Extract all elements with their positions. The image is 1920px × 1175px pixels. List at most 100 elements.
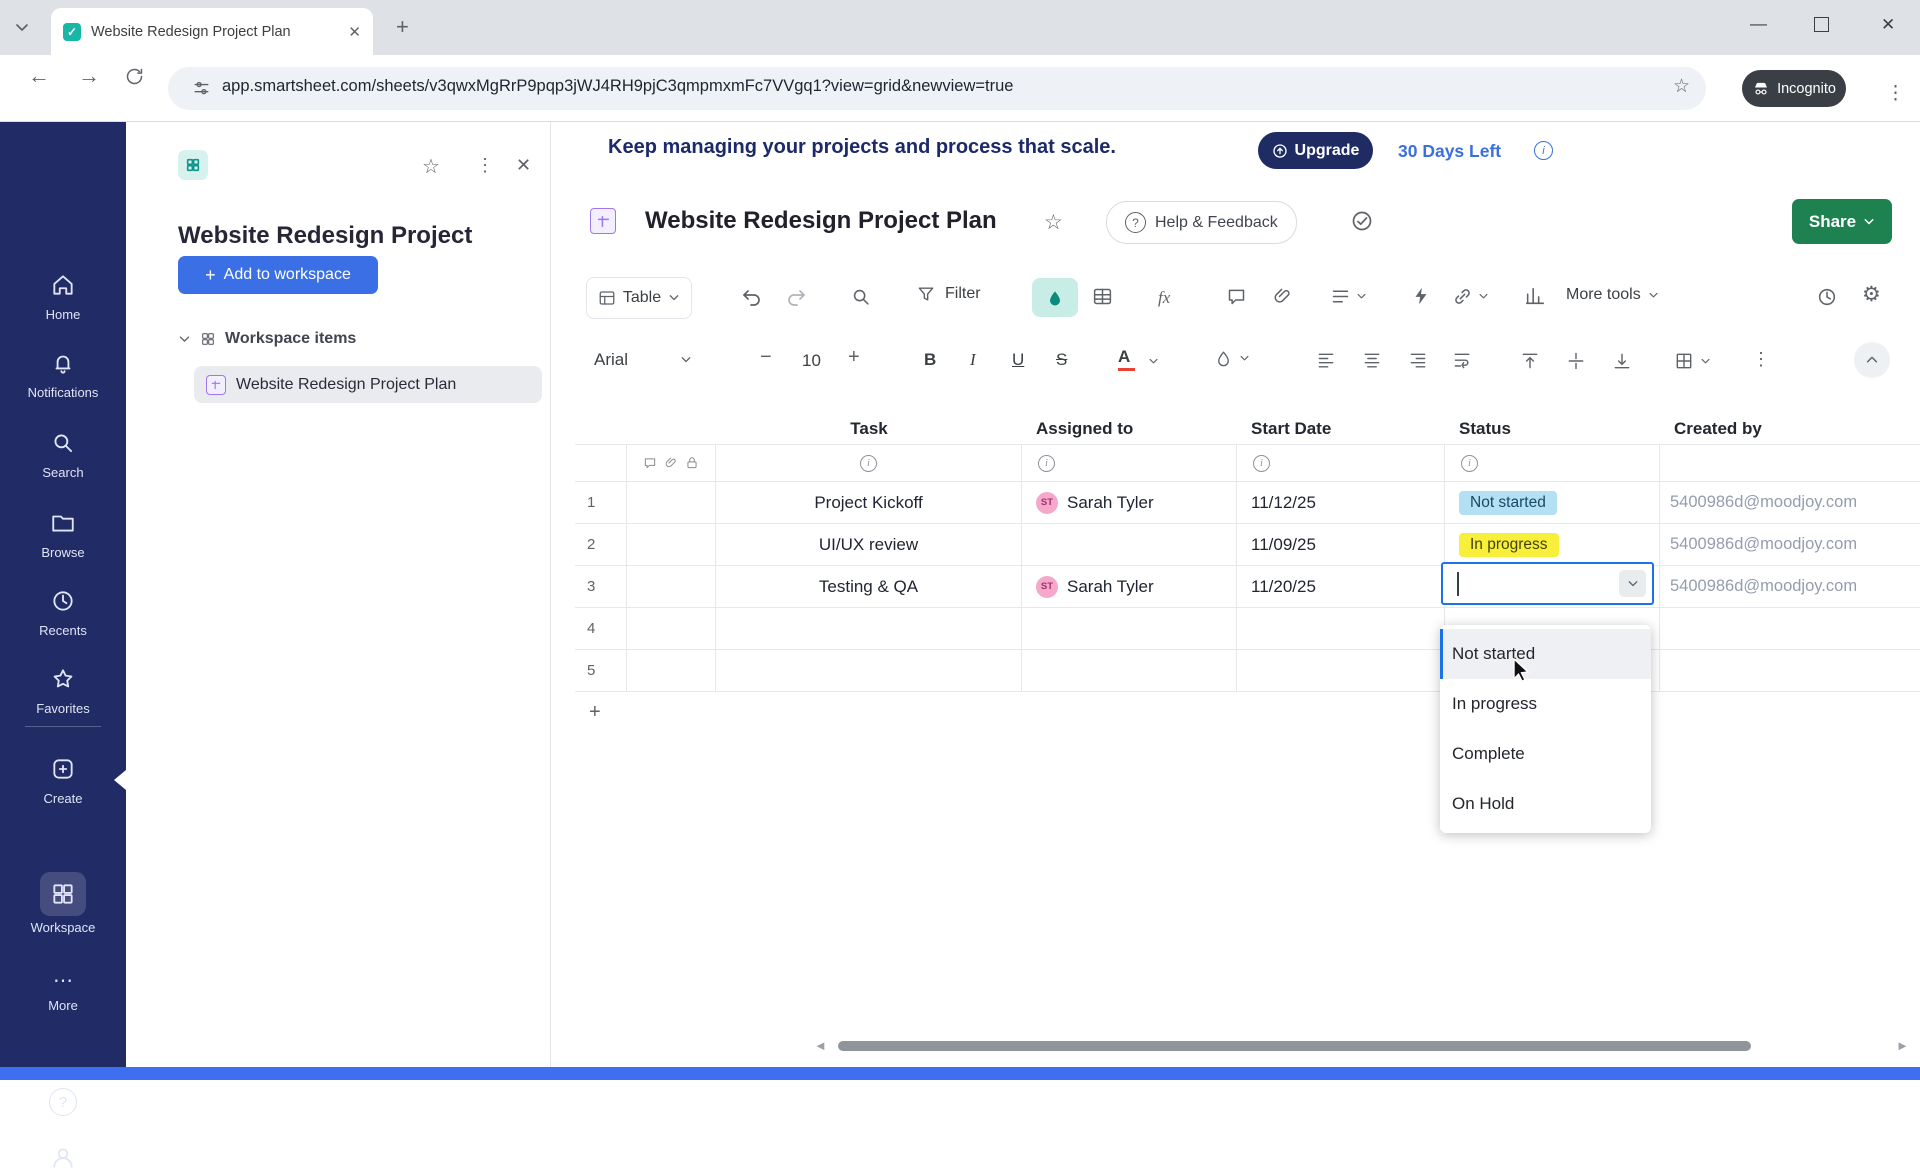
help-feedback-button[interactable]: ? Help & Feedback [1106, 201, 1297, 244]
lock-column-icon[interactable] [685, 456, 699, 470]
task-cell[interactable]: Testing & QA [716, 566, 1022, 607]
window-maximize-button[interactable] [1814, 17, 1829, 32]
grid-row-4[interactable]: 4 [575, 608, 1920, 650]
forward-button[interactable]: → [78, 63, 100, 89]
grid-row-1[interactable]: 1 Project Kickoff ST Sarah Tyler 11/12/2… [575, 482, 1920, 524]
align-top-button[interactable] [1520, 351, 1540, 371]
automation-bolt-icon[interactable] [1410, 285, 1432, 307]
assigned-info-icon[interactable]: i [1038, 454, 1055, 472]
search-sheet-button[interactable] [850, 286, 872, 308]
workspace-sheet-item[interactable]: Website Redesign Project Plan [194, 366, 542, 403]
start-date-cell[interactable]: 11/20/25 [1237, 566, 1445, 607]
align-center-button[interactable] [1362, 351, 1382, 371]
chart-icon[interactable] [1524, 285, 1546, 307]
list-tools-dropdown[interactable] [1330, 286, 1367, 307]
attachment-column-icon[interactable] [664, 456, 678, 470]
assigned-cell[interactable]: ST Sarah Tyler [1022, 566, 1237, 607]
align-left-button[interactable] [1316, 351, 1336, 371]
grid-row-5[interactable]: 5 [575, 650, 1920, 692]
sidebar-item-create[interactable]: Create [0, 756, 126, 806]
add-to-workspace-button[interactable]: + Add to workspace [178, 256, 378, 294]
status-option-on-hold[interactable]: On Hold [1440, 779, 1651, 829]
workspace-items-section[interactable]: Workspace items [178, 330, 356, 348]
window-minimize-button[interactable]: — [1750, 14, 1767, 34]
underline-button[interactable]: U [1012, 350, 1024, 370]
more-tools-dropdown[interactable]: More tools [1566, 286, 1659, 304]
undo-button[interactable] [740, 285, 764, 309]
share-button[interactable]: Share [1792, 199, 1892, 244]
font-size-value[interactable]: 10 [802, 351, 821, 371]
font-size-increase-button[interactable]: + [848, 346, 860, 369]
comment-icon[interactable] [1226, 286, 1247, 307]
column-header-created-by[interactable]: Created by [1660, 414, 1920, 444]
browser-tab[interactable]: ✓ Website Redesign Project Plan ✕ [51, 8, 373, 55]
sidebar-profile-button[interactable] [0, 1144, 126, 1175]
scroll-right-arrow[interactable]: ► [1896, 1038, 1909, 1053]
column-header-status[interactable]: Status [1445, 414, 1660, 444]
add-row[interactable]: + [575, 692, 1920, 733]
tab-search-chevron-icon[interactable] [14, 22, 30, 34]
link-tools-dropdown[interactable] [1452, 286, 1489, 307]
sidebar-item-home[interactable]: Home [0, 272, 126, 322]
task-cell[interactable]: UI/UX review [716, 524, 1022, 565]
trial-info-icon[interactable]: i [1534, 141, 1553, 160]
sidebar-help-button[interactable]: ? [0, 1088, 126, 1116]
borders-dropdown[interactable] [1674, 351, 1711, 371]
fill-color-tool-active[interactable] [1032, 278, 1078, 317]
status-info-icon[interactable]: i [1461, 454, 1478, 472]
column-header-task[interactable]: Task [716, 414, 1022, 444]
status-cell[interactable]: Not started [1445, 482, 1660, 523]
text-color-chevron-icon[interactable] [1148, 356, 1159, 367]
start-date-info-icon[interactable]: i [1253, 454, 1270, 472]
url-text[interactable]: app.smartsheet.com/sheets/v3qwxMgRrP9pqp… [222, 77, 1013, 96]
add-row-plus-icon[interactable]: + [575, 701, 627, 724]
tab-close-icon[interactable]: ✕ [348, 23, 361, 41]
bold-button[interactable]: B [924, 350, 936, 370]
assigned-cell[interactable]: ST Sarah Tyler [1022, 482, 1237, 523]
status-dropdown-button[interactable] [1619, 570, 1646, 597]
window-close-button[interactable]: ✕ [1881, 15, 1895, 35]
collapse-toolbar-button[interactable] [1854, 342, 1890, 378]
sidebar-item-workspace[interactable]: Workspace [0, 872, 126, 935]
created-by-cell[interactable]: 5400986d@moodjoy.com [1660, 482, 1920, 523]
start-date-cell[interactable]: 11/09/25 [1237, 524, 1445, 565]
back-button[interactable]: ← [28, 63, 50, 89]
font-family-dropdown[interactable]: Arial [594, 350, 692, 370]
status-option-in-progress[interactable]: In progress [1440, 679, 1651, 729]
format-overflow-kebab-icon[interactable]: ⋮ [1752, 349, 1770, 370]
sidebar-item-search[interactable]: Search [0, 430, 126, 480]
column-header-assigned-to[interactable]: Assigned to [1022, 414, 1237, 444]
filter-button[interactable]: Filter [916, 284, 981, 304]
bookmark-star-icon[interactable]: ☆ [1673, 75, 1690, 98]
sidebar-item-notifications[interactable]: Notifications [0, 350, 126, 400]
align-middle-button[interactable] [1566, 351, 1586, 371]
attachment-icon[interactable] [1272, 286, 1293, 307]
grid-row-2[interactable]: 2 UI/UX review 11/09/25 In progress 5400… [575, 524, 1920, 566]
history-icon[interactable] [1816, 286, 1838, 308]
redo-button[interactable] [784, 285, 808, 309]
status-cell[interactable]: In progress [1445, 524, 1660, 565]
text-color-button[interactable]: A [1118, 347, 1135, 371]
sidebar-item-browse[interactable]: Browse [0, 510, 126, 560]
url-field[interactable]: app.smartsheet.com/sheets/v3qwxMgRrP9pqp… [168, 67, 1706, 110]
created-by-cell[interactable]: 5400986d@moodjoy.com [1660, 566, 1920, 607]
font-size-decrease-button[interactable]: − [760, 346, 772, 369]
formula-fx-button[interactable]: fx [1158, 288, 1170, 308]
cell-fill-color-button[interactable] [1214, 349, 1250, 368]
cell-format-icon[interactable] [1092, 286, 1113, 307]
panel-kebab-icon[interactable]: ⋮ [476, 155, 494, 176]
status-option-complete[interactable]: Complete [1440, 729, 1651, 779]
settings-gear-icon[interactable]: ⚙ [1862, 282, 1881, 307]
grid-row-3[interactable]: 3 Testing & QA ST Sarah Tyler 11/20/25 5… [575, 566, 1920, 608]
horizontal-scrollbar-thumb[interactable] [838, 1041, 1751, 1051]
created-by-cell[interactable]: 5400986d@moodjoy.com [1660, 524, 1920, 565]
column-header-start-date[interactable]: Start Date [1237, 414, 1445, 444]
sidebar-item-favorites[interactable]: Favorites [0, 666, 126, 716]
italic-button[interactable]: I [970, 350, 976, 370]
align-right-button[interactable] [1408, 351, 1428, 371]
strikethrough-button[interactable]: S [1056, 350, 1067, 370]
assigned-cell[interactable] [1022, 524, 1237, 565]
browser-menu-kebab-icon[interactable]: ⋮ [1886, 82, 1905, 105]
task-cell[interactable]: Project Kickoff [716, 482, 1022, 523]
text-wrap-button[interactable] [1452, 351, 1472, 371]
